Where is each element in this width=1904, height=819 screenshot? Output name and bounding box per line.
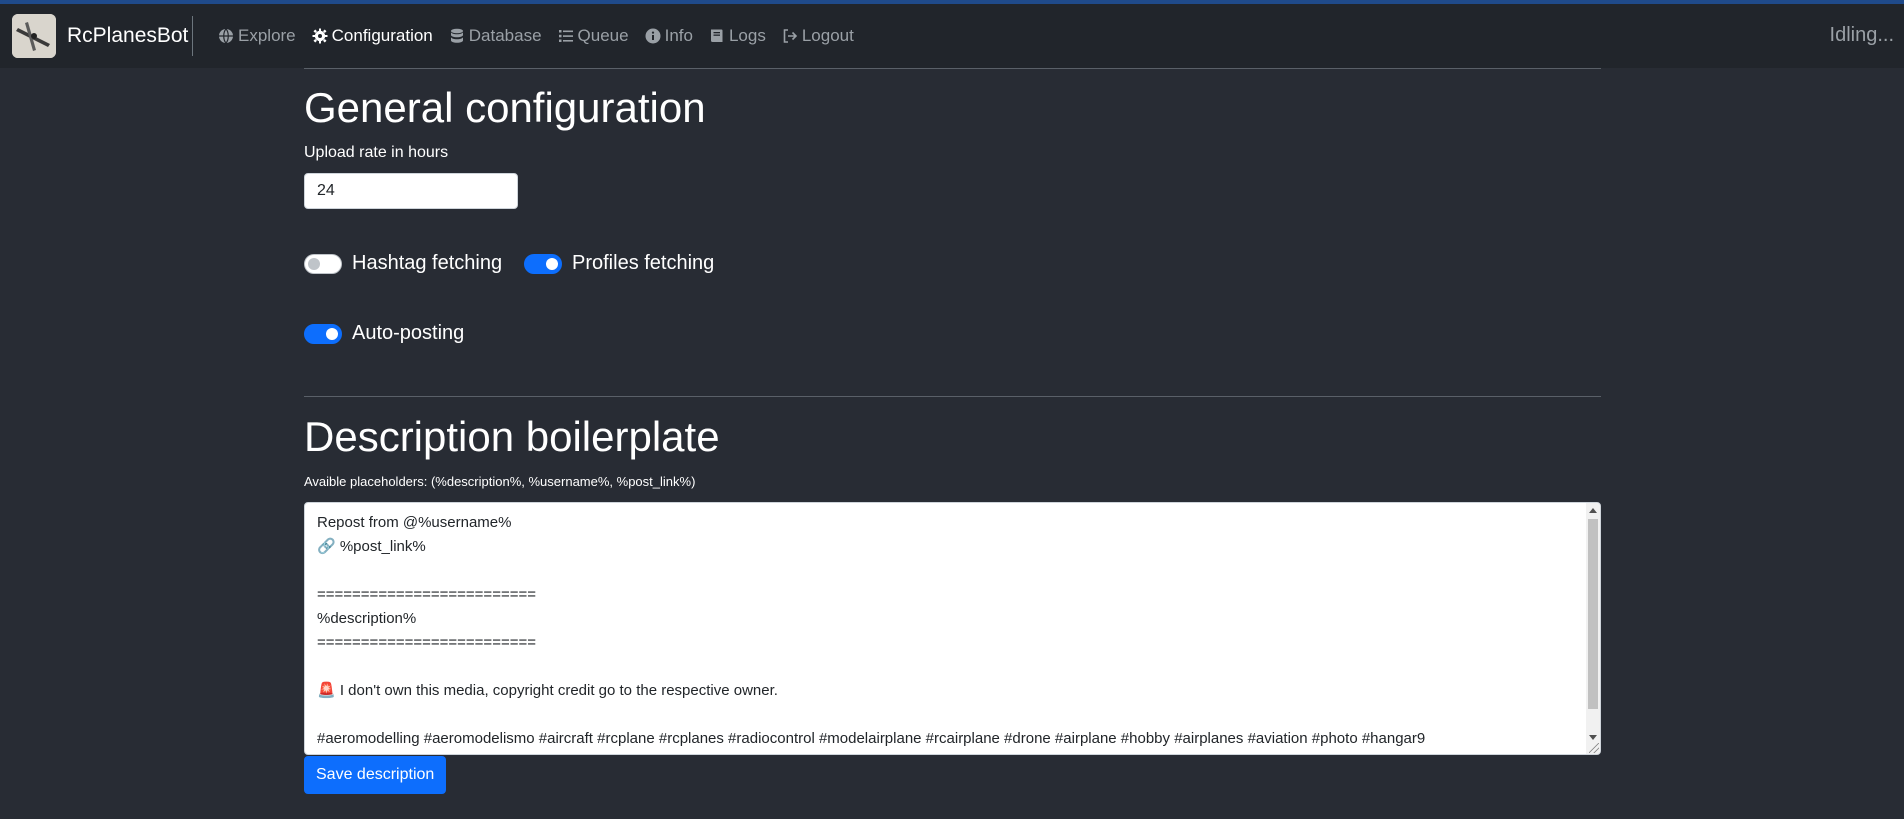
navbar: RcPlanesBot Explore Configuration Databa… xyxy=(0,4,1904,68)
nav-item-logout[interactable]: Logout xyxy=(782,26,854,46)
nav-item-database[interactable]: Database xyxy=(449,26,542,46)
brand-divider xyxy=(192,16,193,56)
description-boilerplate-title: Description boilerplate xyxy=(304,413,720,460)
nav-item-label: Logout xyxy=(801,26,854,45)
logout-icon xyxy=(783,29,797,43)
nav-item-label: Database xyxy=(468,26,542,45)
auto-posting-switch[interactable] xyxy=(304,323,342,344)
description-textarea[interactable]: Repost from @%username% 🔗 %post_link% ==… xyxy=(304,502,1601,755)
nav-item-label: Info xyxy=(664,26,693,45)
info-icon xyxy=(645,28,661,44)
upload-rate-input[interactable] xyxy=(304,173,518,209)
hashtag-fetching-switch[interactable] xyxy=(304,253,342,274)
upload-rate-label: Upload rate in hours xyxy=(304,144,449,161)
bot-status: Idling... xyxy=(1829,24,1894,46)
database-icon xyxy=(450,28,463,43)
list-icon xyxy=(558,30,573,42)
nav-item-label: Configuration xyxy=(331,26,433,45)
brand-name[interactable]: RcPlanesBot xyxy=(67,24,188,48)
nav-item-info[interactable]: Info xyxy=(645,26,693,46)
globe-icon xyxy=(219,28,233,44)
nav-item-label: Explore xyxy=(238,26,296,45)
auto-posting-toggle-row[interactable]: Auto-posting xyxy=(304,322,464,345)
scroll-up-arrow-icon[interactable] xyxy=(1589,508,1597,513)
scroll-down-arrow-icon[interactable] xyxy=(1589,735,1597,740)
nav-item-logs[interactable]: Logs xyxy=(709,26,766,46)
resize-grip-icon[interactable] xyxy=(1589,743,1599,753)
nav-menu: Explore Configuration Database Queue Inf… xyxy=(218,26,870,46)
description-text[interactable]: Repost from @%username% 🔗 %post_link% ==… xyxy=(317,511,1576,751)
nav-item-queue[interactable]: Queue xyxy=(558,26,629,46)
nav-item-label: Logs xyxy=(728,26,766,45)
general-config-title: General configuration xyxy=(304,84,706,131)
placeholders-hint: Avaible placeholders: (%description%, %u… xyxy=(304,474,696,489)
auto-posting-label: Auto-posting xyxy=(352,322,465,344)
nav-item-label: Queue xyxy=(577,26,629,45)
profiles-fetching-switch[interactable] xyxy=(524,253,562,274)
brand-logo[interactable] xyxy=(12,14,56,58)
nav-item-configuration[interactable]: Configuration xyxy=(312,26,433,46)
textarea-scrollbar[interactable] xyxy=(1586,503,1600,754)
section-divider xyxy=(304,396,1601,397)
scroll-thumb[interactable] xyxy=(1588,519,1598,709)
book-icon xyxy=(710,29,723,42)
hashtag-fetching-label: Hashtag fetching xyxy=(352,252,503,274)
nav-item-explore[interactable]: Explore xyxy=(218,26,296,46)
save-description-button[interactable]: Save description xyxy=(304,756,447,794)
profiles-fetching-label: Profiles fetching xyxy=(572,252,715,274)
gear-icon xyxy=(312,28,328,44)
hashtag-fetching-toggle-row[interactable]: Hashtag fetching xyxy=(304,252,502,275)
profiles-fetching-toggle-row[interactable]: Profiles fetching xyxy=(524,252,714,275)
section-divider-top xyxy=(304,68,1601,69)
